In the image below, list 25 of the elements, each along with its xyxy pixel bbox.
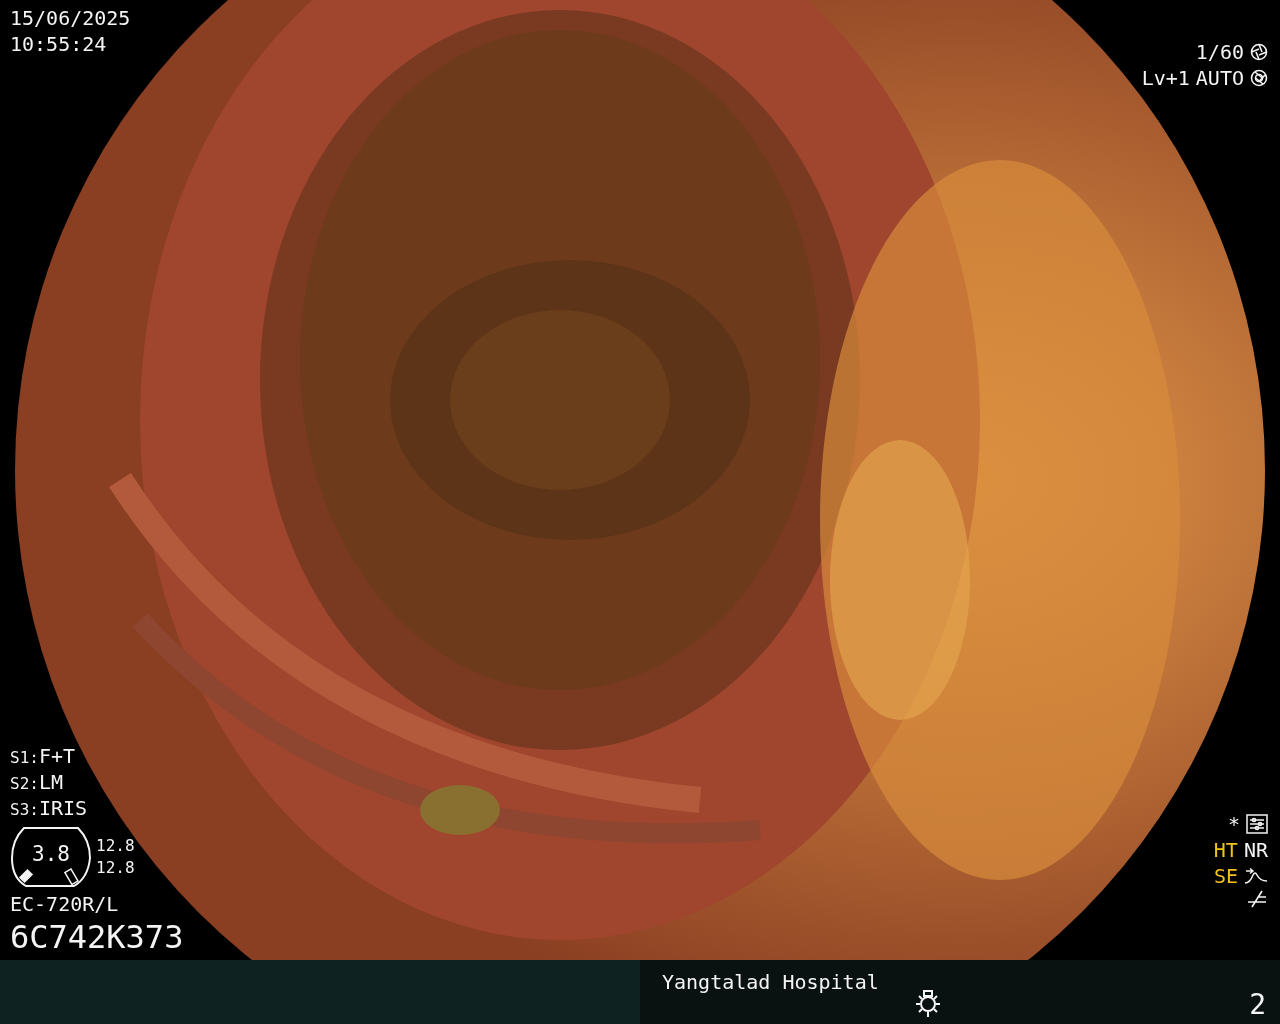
scope-setting: S3:IRIS bbox=[10, 795, 89, 820]
gauge-value: 12.8 bbox=[96, 836, 135, 856]
asterisk-mark: * bbox=[1227, 812, 1240, 836]
gauge-value: 12.8 bbox=[96, 857, 135, 877]
curve-icon bbox=[1244, 867, 1268, 885]
indicator-label: HT bbox=[1213, 838, 1238, 862]
enhance-label: SE bbox=[1213, 864, 1238, 888]
scope-serial: 6C742K373 bbox=[10, 917, 184, 956]
date-text: 15/06/2025 bbox=[10, 6, 132, 30]
shutter-speed: 1/60 bbox=[1195, 40, 1244, 64]
brightness-level: Lv+1 bbox=[1141, 66, 1190, 90]
sliders-icon bbox=[1246, 814, 1268, 834]
page-number: 2 bbox=[1249, 988, 1266, 1021]
scope-setting: S1:F+T bbox=[10, 743, 77, 768]
filter-icon bbox=[1246, 890, 1268, 908]
exposure-mode: AUTO bbox=[1195, 66, 1244, 90]
indicator-label: NR bbox=[1243, 838, 1268, 862]
hospital-name: Yangtalad Hospital bbox=[662, 970, 879, 994]
scope-setting: S2:LM bbox=[10, 769, 64, 794]
aperture-icon bbox=[1250, 43, 1268, 61]
gauge-reading: 3.8 bbox=[32, 841, 70, 866]
time-text: 10:55:24 bbox=[10, 32, 108, 56]
iris-icon bbox=[1250, 69, 1268, 87]
gauge-icon bbox=[10, 825, 92, 888]
scope-model: EC-720R/L bbox=[10, 891, 120, 916]
